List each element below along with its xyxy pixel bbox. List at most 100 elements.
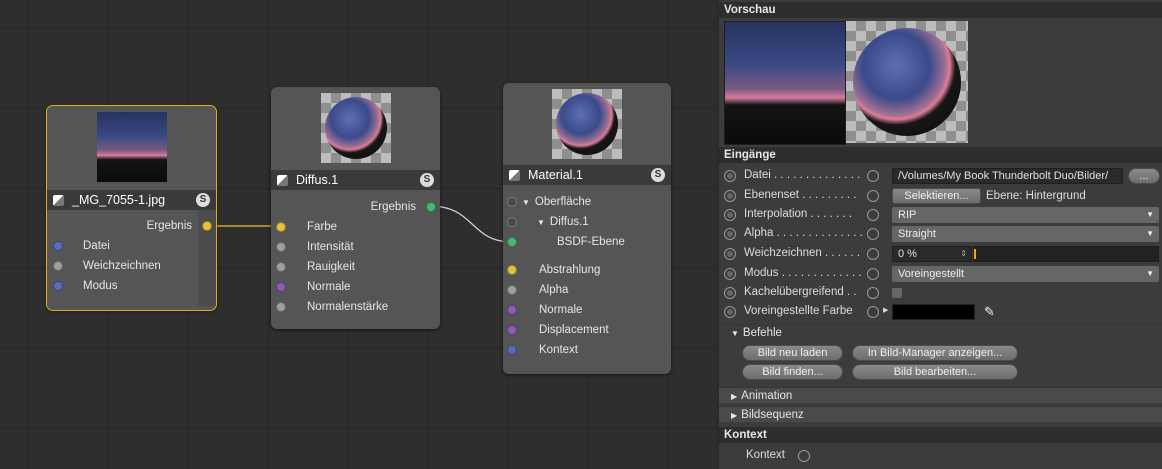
diffus-node-header[interactable]: Diffus.1 S bbox=[271, 170, 440, 190]
node-type-icon bbox=[509, 169, 520, 181]
material-node[interactable]: Material.1 S ▼ Oberfläche ▼ Diffus.1 BSD… bbox=[503, 83, 671, 374]
eyedropper-icon[interactable]: ✎ bbox=[984, 304, 995, 320]
modus-dropdown[interactable]: Voreingestellt ▼ bbox=[892, 266, 1159, 282]
input-port-dot[interactable] bbox=[276, 302, 286, 312]
input-value: 0 % bbox=[898, 248, 917, 260]
output-port-ergebnis[interactable]: Ergebnis bbox=[147, 220, 212, 232]
param-radio[interactable] bbox=[724, 248, 736, 260]
param-label: Modus . . . . . . . . . . . . . bbox=[744, 267, 862, 279]
input-port-dot[interactable] bbox=[276, 262, 286, 272]
kontext-toggle[interactable] bbox=[798, 450, 810, 462]
output-port-ergebnis[interactable]: Ergebnis bbox=[371, 201, 436, 213]
input-port-weichzeichnen[interactable]: Weichzeichnen bbox=[53, 260, 161, 272]
diffus-preview-thumbnail bbox=[320, 93, 391, 163]
input-port-dot[interactable] bbox=[53, 241, 63, 251]
material-node-header[interactable]: Material.1 S bbox=[503, 165, 671, 185]
animate-toggle[interactable] bbox=[867, 209, 879, 221]
expand-triangle-icon[interactable]: ▼ bbox=[537, 218, 545, 227]
param-label: Alpha . . . . . . . . . . . . . . bbox=[744, 227, 863, 239]
param-radio[interactable] bbox=[724, 268, 736, 280]
animate-toggle[interactable] bbox=[867, 287, 879, 299]
input-port-normale[interactable]: Normale bbox=[507, 304, 582, 316]
animate-toggle[interactable] bbox=[867, 268, 879, 280]
animate-toggle[interactable] bbox=[867, 228, 879, 240]
alpha-dropdown[interactable]: Straight ▼ bbox=[892, 226, 1159, 242]
spinner-arrows-icon[interactable]: ⇕ bbox=[960, 247, 967, 261]
input-port-dot[interactable] bbox=[53, 281, 63, 291]
input-port-dot[interactable] bbox=[276, 222, 286, 232]
selektieren-button[interactable]: Selektieren... bbox=[892, 188, 981, 204]
bild-neu-laden-button[interactable]: Bild neu laden bbox=[742, 345, 843, 361]
file-path-field[interactable]: /Volumes/My Book Thunderbolt Duo/Bilder/ bbox=[892, 168, 1123, 184]
image-preview bbox=[724, 21, 846, 145]
tree-item-oberflaeche[interactable]: ▼ Oberfläche bbox=[507, 196, 591, 208]
node-editor[interactable]: _MG_7055-1.jpg S Ergebnis Datei Weichzei… bbox=[0, 0, 716, 469]
solo-badge-icon[interactable]: S bbox=[196, 193, 210, 207]
input-port-datei[interactable]: Datei bbox=[53, 240, 110, 252]
image-node-header[interactable]: _MG_7055-1.jpg S bbox=[47, 190, 216, 210]
bild-bearbeiten-button[interactable]: Bild bearbeiten... bbox=[852, 364, 1018, 380]
input-port-dot[interactable] bbox=[507, 305, 517, 315]
animate-toggle[interactable] bbox=[867, 190, 879, 202]
input-port-displacement[interactable]: Displacement bbox=[507, 324, 609, 336]
diffus-node[interactable]: Diffus.1 S Ergebnis Farbe Intensität Rau… bbox=[271, 87, 440, 329]
input-port-normalenstaerke[interactable]: Normalenstärke bbox=[276, 301, 388, 313]
tree-item-diffus[interactable]: ▼ Diffus.1 bbox=[507, 216, 589, 228]
expand-triangle-icon[interactable]: ▼ bbox=[522, 198, 530, 207]
bild-finden-button[interactable]: Bild finden... bbox=[742, 364, 843, 380]
input-port-dot[interactable] bbox=[507, 325, 517, 335]
solo-badge-icon[interactable]: S bbox=[651, 168, 665, 182]
param-radio[interactable] bbox=[724, 209, 736, 221]
input-port-intensitaet[interactable]: Intensität bbox=[276, 241, 354, 253]
param-radio[interactable] bbox=[724, 228, 736, 240]
input-port-dot[interactable] bbox=[507, 345, 517, 355]
input-port-abstrahlung[interactable]: Abstrahlung bbox=[507, 264, 600, 276]
expand-triangle-icon: ▶ bbox=[731, 392, 738, 401]
input-port-dot[interactable] bbox=[276, 282, 286, 292]
tree-item-bsdf-ebene[interactable]: BSDF-Ebene bbox=[507, 236, 625, 248]
input-port-dot[interactable] bbox=[53, 261, 63, 271]
input-port-dot[interactable] bbox=[507, 197, 517, 207]
param-radio[interactable] bbox=[724, 190, 736, 202]
input-port-farbe[interactable]: Farbe bbox=[276, 221, 337, 233]
input-port-kontext[interactable]: Kontext bbox=[507, 344, 578, 356]
row-voreingestellte-farbe: Voreingestellte Farbe ▶ ✎ bbox=[719, 303, 1162, 322]
group-bildsequenz[interactable]: ▶ Bildsequenz bbox=[719, 406, 1162, 422]
input-port-dot[interactable] bbox=[276, 242, 286, 252]
kachel-checkbox[interactable] bbox=[892, 288, 902, 298]
weichzeichnen-input[interactable]: 0 % ⇕ bbox=[892, 246, 972, 262]
row-ebenenset: Ebenenset . . . . . . . . . Selektieren.… bbox=[719, 187, 1162, 206]
input-port-dot[interactable] bbox=[507, 217, 517, 227]
input-port-dot[interactable] bbox=[507, 285, 517, 295]
port-label: Ergebnis bbox=[370, 201, 416, 213]
browse-button[interactable]: ... bbox=[1128, 168, 1160, 184]
bild-manager-button[interactable]: In Bild-Manager anzeigen... bbox=[852, 345, 1018, 361]
input-port-modus[interactable]: Modus bbox=[53, 280, 118, 292]
animate-toggle[interactable] bbox=[867, 248, 879, 260]
input-port-dot[interactable] bbox=[507, 265, 517, 275]
color-swatch[interactable] bbox=[892, 304, 975, 320]
param-radio[interactable] bbox=[724, 170, 736, 182]
param-radio[interactable] bbox=[724, 287, 736, 299]
expand-triangle-icon[interactable]: ▶ bbox=[883, 306, 888, 314]
solo-badge-icon[interactable]: S bbox=[420, 173, 434, 187]
slider-handle[interactable] bbox=[974, 249, 976, 259]
input-port-rauigkeit[interactable]: Rauigkeit bbox=[276, 261, 355, 273]
group-befehle[interactable]: ▼ Befehle bbox=[719, 324, 1162, 340]
output-port-dot[interactable] bbox=[426, 202, 436, 212]
output-port-dot[interactable] bbox=[202, 221, 212, 231]
animate-toggle[interactable] bbox=[867, 306, 879, 318]
group-animation[interactable]: ▶ Animation bbox=[719, 387, 1162, 403]
input-port-dot[interactable] bbox=[507, 237, 517, 247]
param-label: Datei . . . . . . . . . . . . . . bbox=[744, 169, 861, 181]
param-radio[interactable] bbox=[724, 306, 736, 318]
param-label: Kachelübergreifend . . bbox=[744, 286, 857, 298]
input-port-alpha[interactable]: Alpha bbox=[507, 284, 568, 296]
weichzeichnen-slider[interactable] bbox=[973, 246, 1159, 262]
image-node[interactable]: _MG_7055-1.jpg S Ergebnis Datei Weichzei… bbox=[46, 105, 217, 311]
input-port-normale[interactable]: Normale bbox=[276, 281, 350, 293]
interpolation-dropdown[interactable]: RIP ▼ bbox=[892, 207, 1159, 223]
animate-toggle[interactable] bbox=[867, 170, 879, 182]
dropdown-value: Voreingestellt bbox=[898, 268, 965, 280]
preview-sphere bbox=[556, 93, 618, 155]
